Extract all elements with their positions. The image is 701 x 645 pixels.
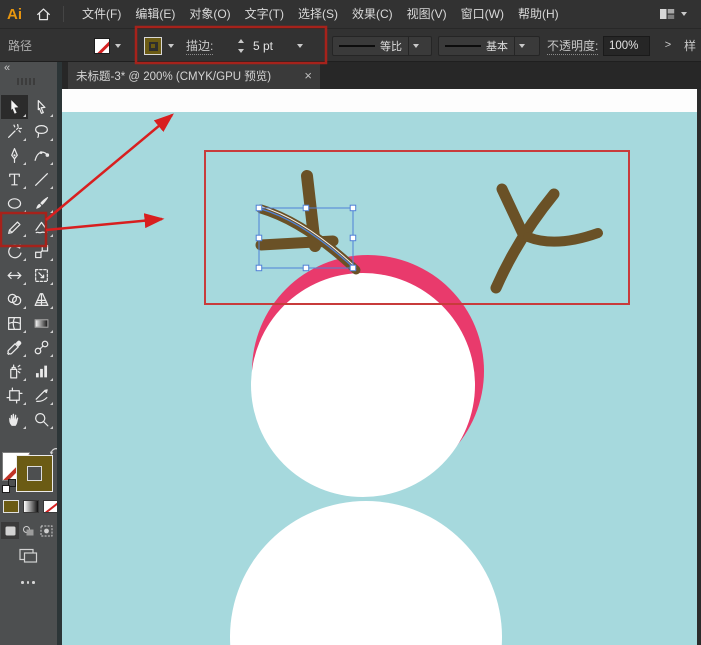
- color-type-buttons: [3, 500, 59, 513]
- width-tool[interactable]: [1, 263, 28, 287]
- profile-line-icon: [339, 44, 375, 48]
- menu-item[interactable]: 选择(S): [291, 0, 345, 28]
- canvas-edge: [697, 89, 701, 645]
- opacity-label[interactable]: 不透明度:: [547, 29, 599, 63]
- shape-builder-tool[interactable]: [1, 287, 28, 311]
- ellipse-tool[interactable]: [1, 191, 28, 215]
- document-tab-title: 未标题-3* @ 200% (CMYK/GPU 预览): [76, 70, 272, 83]
- opacity-input[interactable]: 100%: [603, 36, 650, 56]
- document-tab-bar: 未标题-3* @ 200% (CMYK/GPU 预览) ×: [62, 62, 701, 89]
- brush-line-icon: [445, 44, 481, 48]
- tools-panel: «: [0, 62, 62, 645]
- zoom-tool[interactable]: [28, 407, 55, 431]
- draw-inside-mode-icon[interactable]: [37, 522, 55, 539]
- rotate-tool[interactable]: [1, 239, 28, 263]
- free-transform-tool[interactable]: [28, 263, 55, 287]
- direct-selection-tool[interactable]: [28, 95, 55, 119]
- document-tab[interactable]: 未标题-3* @ 200% (CMYK/GPU 预览) ×: [68, 62, 320, 89]
- menu-item[interactable]: 编辑(E): [128, 0, 182, 28]
- selection-tool[interactable]: [1, 95, 28, 119]
- menu-items: 文件(F) 编辑(E) 对象(O) 文字(T) 选择(S) 效果(C) 视图(V) 窗口(W)…: [75, 0, 566, 28]
- draw-normal-mode-icon[interactable]: [1, 522, 19, 539]
- pencil-tool[interactable]: [1, 215, 28, 239]
- chevron-down-icon[interactable]: [681, 12, 687, 16]
- swap-fill-stroke-icon[interactable]: [49, 443, 61, 461]
- menu-item[interactable]: 对象(O): [182, 0, 237, 28]
- shaper-tool[interactable]: [28, 215, 55, 239]
- more-options-button[interactable]: >: [660, 36, 676, 56]
- illustrator-window: Ai 文件(F) 编辑(E) 对象(O) 文字(T) 选择(S) 效果(C) 视图(V) 窗口…: [0, 0, 701, 645]
- curvature-tool[interactable]: [28, 143, 55, 167]
- home-icon[interactable]: [36, 7, 51, 22]
- snowman-head[interactable]: [251, 273, 475, 497]
- menu-item[interactable]: 效果(C): [345, 0, 400, 28]
- default-fill-stroke-icon[interactable]: [2, 479, 16, 493]
- stroke-chevron-icon[interactable]: [168, 44, 174, 48]
- paintbrush-tool[interactable]: [28, 191, 55, 215]
- fill-color-swatch[interactable]: [94, 38, 110, 54]
- divider: [63, 6, 64, 22]
- control-options-bar: 路径 描边: 5 pt 等比 基本 不透明度: 100% > 样: [0, 28, 701, 62]
- gradient-button[interactable]: [23, 500, 39, 513]
- stroke-weight-value[interactable]: 5 pt: [253, 29, 273, 63]
- style-label-clipped: 样: [684, 39, 697, 53]
- drawing-mode-buttons: [1, 522, 55, 539]
- workspace-switcher-icon[interactable]: [659, 7, 675, 21]
- stroke-weight-stepper[interactable]: [235, 37, 246, 55]
- symbol-sprayer-tool[interactable]: [1, 359, 28, 383]
- draw-behind-mode-icon[interactable]: [19, 522, 37, 539]
- mesh-tool[interactable]: [1, 311, 28, 335]
- menu-item[interactable]: 视图(V): [400, 0, 454, 28]
- menu-item[interactable]: 窗口(W): [454, 0, 511, 28]
- brush-definition-dropdown[interactable]: 基本: [438, 36, 540, 56]
- scale-tool[interactable]: [28, 239, 55, 263]
- column-graph-tool[interactable]: [28, 359, 55, 383]
- lasso-tool[interactable]: [28, 119, 55, 143]
- pasteboard: [62, 89, 697, 112]
- menu-bar: Ai 文件(F) 编辑(E) 对象(O) 文字(T) 选择(S) 效果(C) 视图(V) 窗口…: [0, 0, 701, 28]
- menu-item[interactable]: 文件(F): [75, 0, 128, 28]
- type-tool[interactable]: [1, 167, 28, 191]
- magic-wand-tool[interactable]: [1, 119, 28, 143]
- artwork: [62, 89, 701, 645]
- artboard-tool[interactable]: [1, 383, 28, 407]
- app-logo-icon[interactable]: Ai: [7, 6, 22, 23]
- stroke-weight-label[interactable]: 描边:: [186, 29, 214, 63]
- tool-grid: [1, 95, 56, 431]
- screen-mode-icon[interactable]: [19, 548, 38, 569]
- fill-chevron-icon[interactable]: [115, 44, 121, 48]
- none-button[interactable]: [43, 500, 59, 513]
- stroke-color-swatch[interactable]: [144, 37, 162, 55]
- panel-grip-handle[interactable]: [17, 78, 35, 85]
- menu-item[interactable]: 文字(T): [238, 0, 291, 28]
- gradient-tool[interactable]: [28, 311, 55, 335]
- selection-type-label: 路径: [8, 39, 33, 53]
- stroke-weight-chevron-icon[interactable]: [297, 44, 303, 48]
- stroke-swatch-active[interactable]: [16, 455, 53, 492]
- edit-toolbar-dots-icon[interactable]: [21, 581, 35, 584]
- menu-item[interactable]: 帮助(H): [511, 0, 566, 28]
- tab-close-icon[interactable]: ×: [304, 68, 312, 83]
- color-button[interactable]: [3, 500, 19, 513]
- collapse-panel-button[interactable]: «: [4, 62, 10, 74]
- line-segment-tool[interactable]: [28, 167, 55, 191]
- perspective-grid-tool[interactable]: [28, 287, 55, 311]
- slice-tool[interactable]: [28, 383, 55, 407]
- canvas-surface[interactable]: [62, 89, 701, 645]
- blend-tool[interactable]: [28, 335, 55, 359]
- width-profile-dropdown[interactable]: 等比: [332, 36, 432, 56]
- hand-tool[interactable]: [1, 407, 28, 431]
- eyedropper-tool[interactable]: [1, 335, 28, 359]
- pen-tool[interactable]: [1, 143, 28, 167]
